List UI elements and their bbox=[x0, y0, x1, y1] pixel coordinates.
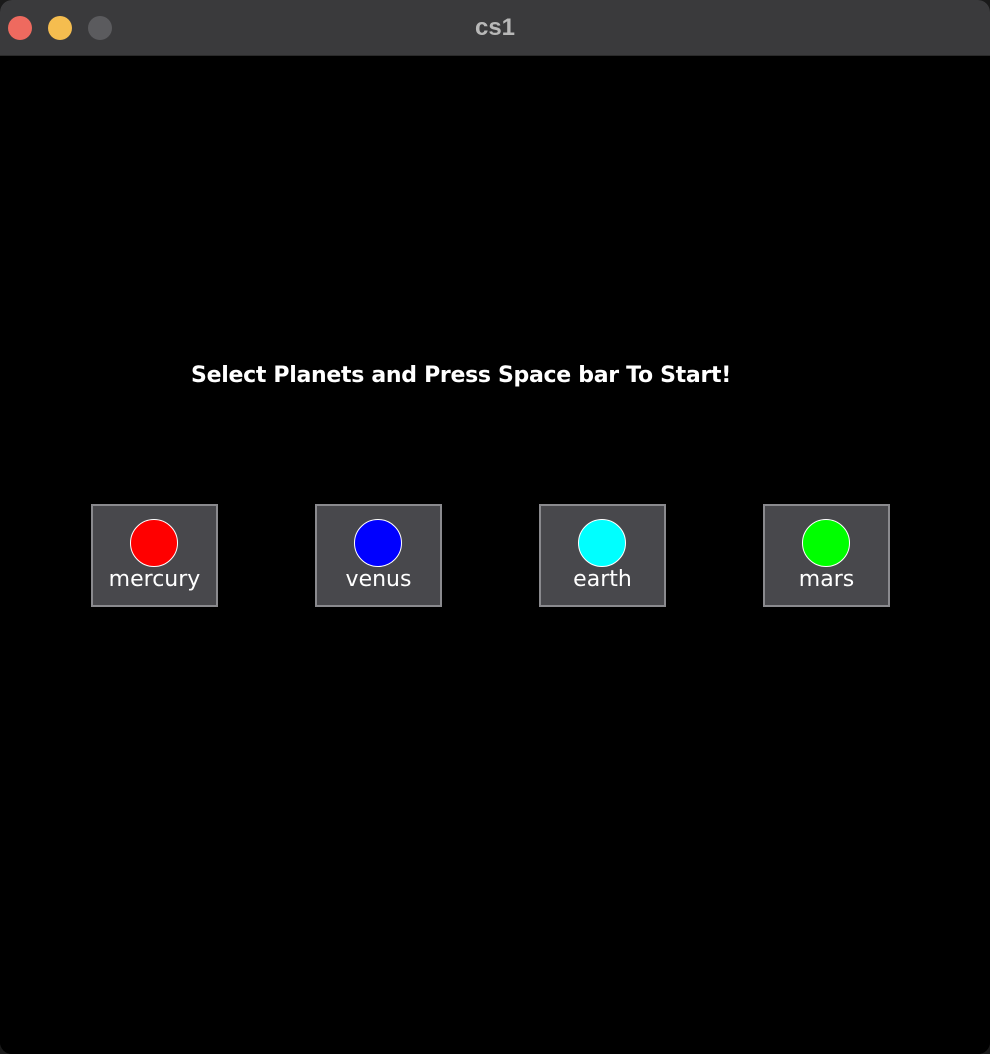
game-canvas[interactable]: Select Planets and Press Space bar To St… bbox=[0, 57, 990, 1054]
planet-circle-icon bbox=[130, 519, 178, 567]
planet-button-venus[interactable]: venus bbox=[315, 504, 442, 607]
title-bar[interactable]: cs1 bbox=[0, 0, 990, 56]
planet-circle-icon bbox=[802, 519, 850, 567]
window-title: cs1 bbox=[474, 14, 516, 41]
planet-label: venus bbox=[345, 567, 412, 592]
planet-label: mars bbox=[798, 567, 855, 592]
app-window: cs1 Select Planets and Press Space bar T… bbox=[0, 0, 990, 1054]
planet-circle-icon bbox=[354, 519, 402, 567]
planet-label: earth bbox=[573, 567, 632, 592]
planet-button-mercury[interactable]: mercury bbox=[91, 504, 218, 607]
planet-label: mercury bbox=[108, 567, 201, 592]
instruction-text: Select Planets and Press Space bar To St… bbox=[191, 363, 731, 388]
planet-circle-icon bbox=[578, 519, 626, 567]
planet-button-mars[interactable]: mars bbox=[763, 504, 890, 607]
planet-button-earth[interactable]: earth bbox=[539, 504, 666, 607]
